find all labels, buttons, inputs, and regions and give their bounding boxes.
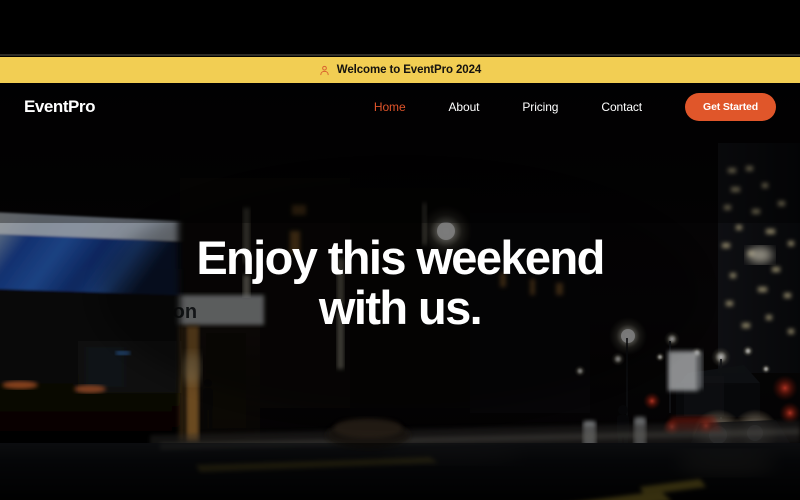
nav-link-contact[interactable]: Contact: [601, 100, 642, 114]
site-logo[interactable]: EventPro: [24, 97, 95, 117]
top-strip-divider: [0, 54, 800, 56]
main-navigation: EventPro Home About Pricing Contact Get …: [0, 83, 800, 131]
nav-link-about[interactable]: About: [449, 100, 480, 114]
nav-links: Home About Pricing Contact: [374, 100, 642, 114]
hero-title: Enjoy this weekend with us.: [0, 231, 800, 335]
nav-link-home[interactable]: Home: [374, 100, 406, 114]
top-black-strip: [0, 0, 800, 56]
page-root: Welcome to EventPro 2024 ton EventPro Ho…: [0, 0, 800, 500]
nav-link-pricing[interactable]: Pricing: [522, 100, 558, 114]
hero-title-line-1: Enjoy this weekend: [196, 231, 605, 284]
person-icon: [320, 65, 329, 75]
get-started-button[interactable]: Get Started: [685, 93, 776, 121]
announcement-bar[interactable]: Welcome to EventPro 2024: [0, 57, 800, 83]
announcement-text: Welcome to EventPro 2024: [336, 64, 482, 76]
hero-title-line-2: with us.: [318, 281, 483, 335]
hero-copy: Enjoy this weekend with us.: [0, 231, 800, 335]
hero-section: ton EventPro Home About Pricing Contact …: [0, 83, 800, 500]
